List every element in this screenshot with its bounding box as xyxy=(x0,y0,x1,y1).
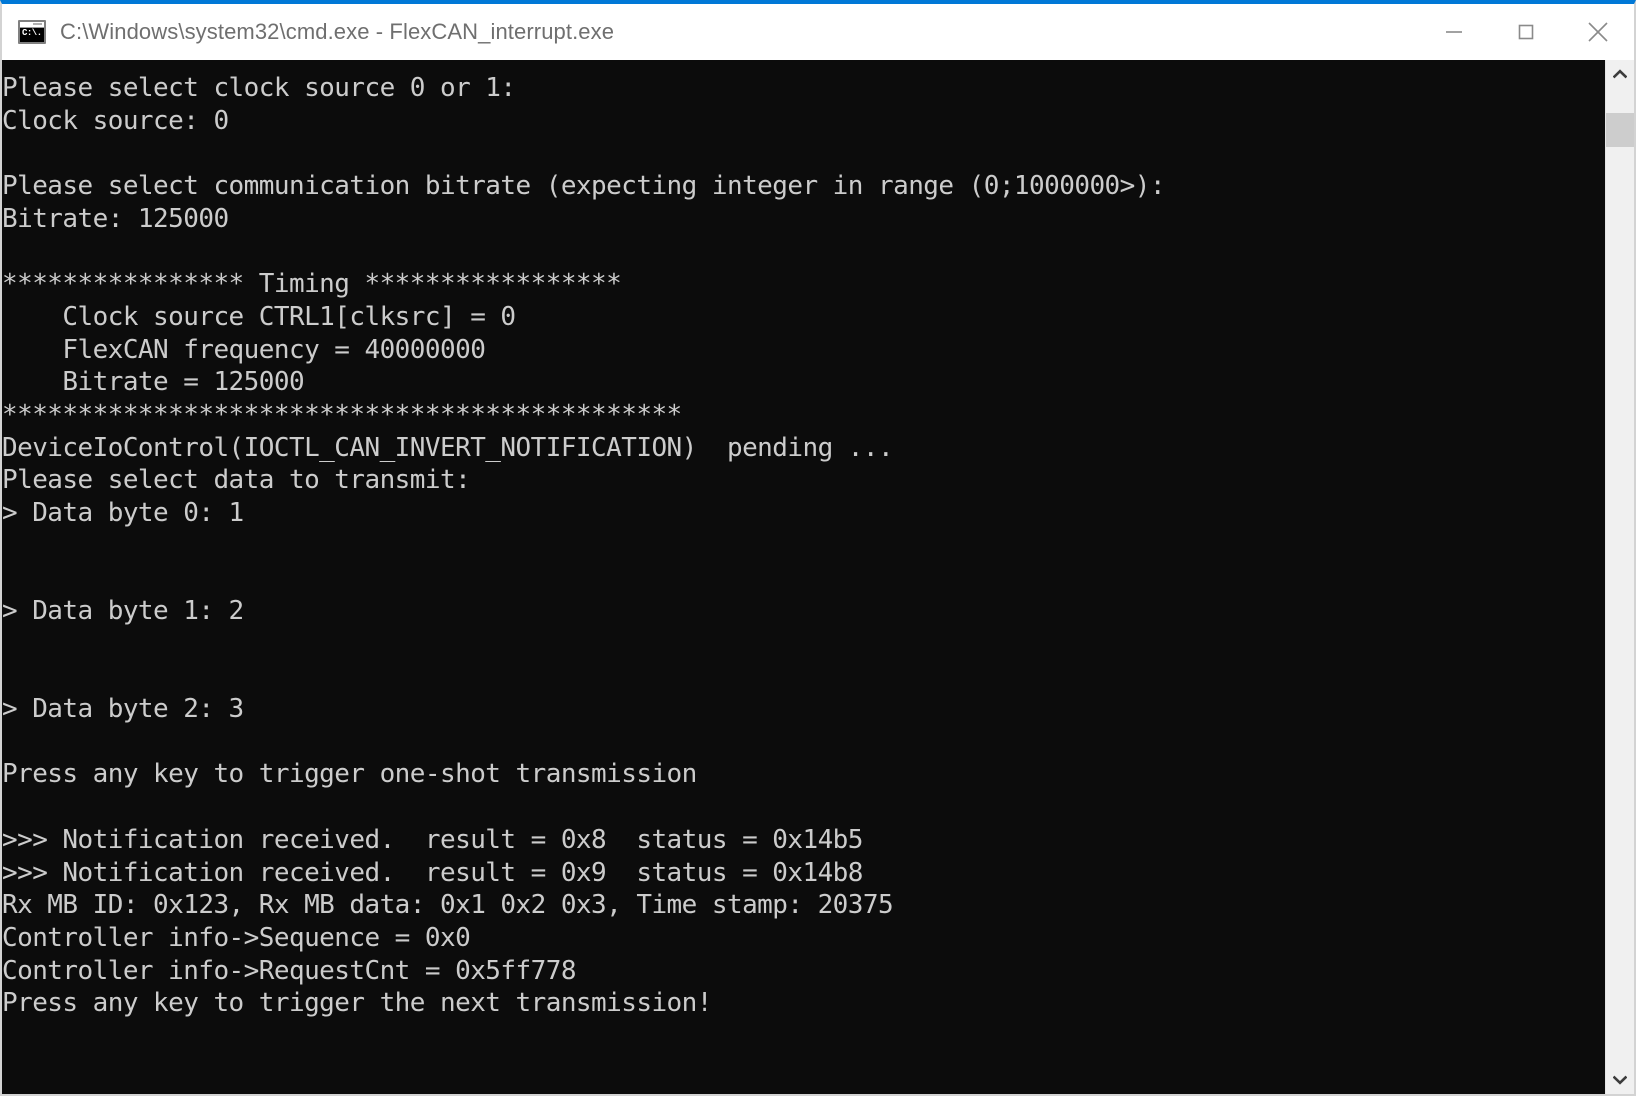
console-line: Clock source CTRL1[clksrc] = 0 xyxy=(2,301,516,332)
console-line: Please select data to transmit: xyxy=(2,465,471,496)
title-bar[interactable]: C:\. C:\Windows\system32\cmd.exe - FlexC… xyxy=(2,4,1634,60)
cmd-window: C:\. C:\Windows\system32\cmd.exe - FlexC… xyxy=(0,0,1636,1096)
console-line: Please select clock source 0 or 1: xyxy=(2,73,516,103)
console-output[interactable]: Please select clock source 0 or 1: Clock … xyxy=(2,60,1605,1094)
console-line: **************** Timing ****************… xyxy=(2,269,622,300)
close-button[interactable] xyxy=(1562,4,1634,60)
console-line: >>> Notification received. result = 0x8 … xyxy=(2,824,863,855)
console-line: > Data byte 1: 2 xyxy=(2,596,244,626)
cmd-icon-prompt: C:\. xyxy=(20,28,44,42)
console-line: Bitrate = 125000 xyxy=(2,367,305,398)
cmd-console-icon: C:\. xyxy=(18,20,46,44)
console-area: Please select clock source 0 or 1: Clock … xyxy=(2,60,1634,1094)
maximize-icon xyxy=(1518,24,1534,40)
maximize-button[interactable] xyxy=(1490,4,1562,60)
console-line: Press any key to trigger the next transm… xyxy=(2,988,712,1019)
chevron-down-icon xyxy=(1613,1075,1627,1085)
console-line: Rx MB ID: 0x123, Rx MB data: 0x1 0x2 0x3… xyxy=(2,890,894,921)
close-icon xyxy=(1588,22,1608,42)
minimize-icon xyxy=(1446,31,1462,33)
console-line: Clock source: 0 xyxy=(2,105,229,136)
console-line: DeviceIoControl(IOCTL_CAN_INVERT_NOTIFIC… xyxy=(2,432,894,463)
console-line: Bitrate: 125000 xyxy=(2,203,229,234)
console-line: FlexCAN frequency = 40000000 xyxy=(2,334,486,365)
vertical-scrollbar[interactable] xyxy=(1605,60,1634,1094)
minimize-button[interactable] xyxy=(1418,4,1490,60)
scroll-down-arrow[interactable] xyxy=(1606,1066,1634,1094)
scroll-up-arrow[interactable] xyxy=(1606,60,1634,88)
console-line: Press any key to trigger one-shot transm… xyxy=(2,759,697,790)
console-line: > Data byte 0: 1 xyxy=(2,497,244,528)
console-line: Controller info->Sequence = 0x0 xyxy=(2,922,471,953)
scrollbar-track[interactable] xyxy=(1606,88,1634,1066)
console-line: ****************************************… xyxy=(2,399,682,430)
console-line: > Data byte 2: 3 xyxy=(2,694,244,725)
chevron-up-icon xyxy=(1613,69,1627,79)
console-line: >>> Notification received. result = 0x9 … xyxy=(2,857,863,888)
scrollbar-thumb[interactable] xyxy=(1606,113,1634,147)
window-controls xyxy=(1418,4,1634,60)
window-title: C:\Windows\system32\cmd.exe - FlexCAN_in… xyxy=(60,19,615,44)
console-line: Controller info->RequestCnt = 0x5ff778 xyxy=(2,955,576,986)
console-line: Please select communication bitrate (exp… xyxy=(2,171,1166,202)
